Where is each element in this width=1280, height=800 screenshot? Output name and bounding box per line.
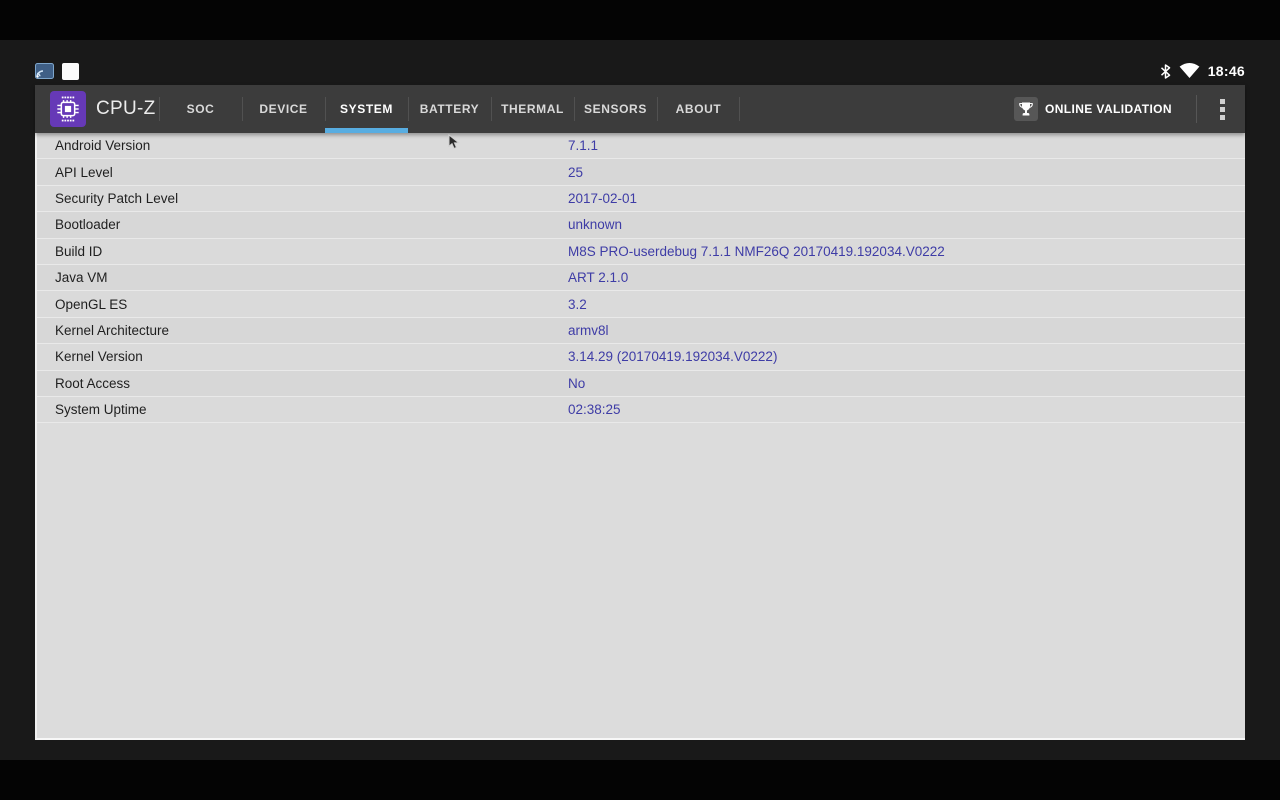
tab-about[interactable]: ABOUT [657,85,740,133]
info-value: armv8l [568,322,609,338]
info-value: M8S PRO-userdebug 7.1.1 NMF26Q 20170419.… [568,243,945,259]
status-bar-notifications [35,62,79,80]
app-square-icon [62,62,79,80]
tab-bar: SOC DEVICE SYSTEM BATTERY THERMAL SENSOR… [159,85,740,133]
tab-soc[interactable]: SOC [159,85,242,133]
row-build-id: Build ID M8S PRO-userdebug 7.1.1 NMF26Q … [37,238,1245,265]
info-value: 02:38:25 [568,402,621,418]
info-label: Kernel Architecture [55,322,170,338]
info-value: 3.2 [568,296,587,312]
info-label: OpenGL ES [55,296,128,312]
info-label: Kernel Version [55,349,143,365]
tab-system[interactable]: SYSTEM [325,85,408,133]
app-brand: CPU-Z [35,85,159,133]
status-bar: 18:46 [35,58,1245,84]
row-system-uptime: System Uptime 02:38:25 [37,396,1245,424]
wifi-icon [1179,63,1200,78]
mouse-cursor [448,134,460,150]
bluetooth-icon [1160,63,1170,79]
row-api-level: API Level 25 [37,159,1245,186]
trophy-icon [1013,97,1038,121]
row-bootloader: Bootloader unknown [37,212,1245,239]
cpuz-logo-icon [50,91,86,127]
app-bar: CPU-Z SOC DEVICE SYSTEM BATTERY THERMAL … [35,85,1245,133]
status-bar-clock: 18:46 [1207,63,1245,79]
info-label: Bootloader [55,217,121,233]
row-android-version: Android Version 7.1.1 [37,133,1245,160]
info-label: System Uptime [55,402,147,418]
row-root-access: Root Access No [37,370,1245,397]
row-java-vm: Java VM ART 2.1.0 [37,264,1245,292]
info-value: 7.1.1 [568,138,599,154]
info-value: unknown [568,217,623,233]
info-label: Build ID [55,243,103,259]
online-validation-button[interactable]: ONLINE VALIDATION [1013,91,1182,127]
system-info-list: Android Version 7.1.1 API Level 25 Secur… [35,133,1245,740]
online-validation-label: ONLINE VALIDATION [1044,102,1172,116]
info-label: Java VM [55,270,108,286]
cast-icon [35,63,54,79]
overflow-menu-icon[interactable] [1211,94,1233,124]
row-kernel-architecture: Kernel Architecture armv8l [37,317,1245,345]
app-title: CPU-Z [96,98,156,119]
row-opengl-es: OpenGL ES 3.2 [37,291,1245,318]
row-security-patch-level: Security Patch Level 2017-02-01 [37,185,1245,213]
tab-sensors[interactable]: SENSORS [574,85,657,133]
tab-battery[interactable]: BATTERY [408,85,491,133]
info-value: 2017-02-01 [568,190,638,206]
app-bar-actions: ONLINE VALIDATION [1013,85,1245,133]
status-bar-system-icons: 18:46 [1160,63,1245,79]
info-label: Root Access [55,375,131,391]
active-tab-indicator [325,128,408,133]
info-label: Security Patch Level [55,190,179,206]
tab-thermal[interactable]: THERMAL [491,85,574,133]
info-value: 25 [568,164,584,180]
app-bar-divider [1196,95,1197,123]
info-label: Android Version [55,138,151,154]
cpuz-app-window: CPU-Z SOC DEVICE SYSTEM BATTERY THERMAL … [35,85,1245,740]
info-value: ART 2.1.0 [568,270,629,286]
tv-screen-background: 18:46 CPU-Z SOC DEVICE SYSTEM BATTERY TH… [0,40,1280,760]
tv-screenshot: { "colors": { "accent": "#58ade1", "valu… [0,0,1280,800]
row-kernel-version: Kernel Version 3.14.29 (20170419.192034.… [37,344,1245,371]
tab-device[interactable]: DEVICE [242,85,325,133]
info-label: API Level [55,164,113,180]
info-value: 3.14.29 (20170419.192034.V0222) [568,349,778,365]
info-value: No [568,375,586,391]
